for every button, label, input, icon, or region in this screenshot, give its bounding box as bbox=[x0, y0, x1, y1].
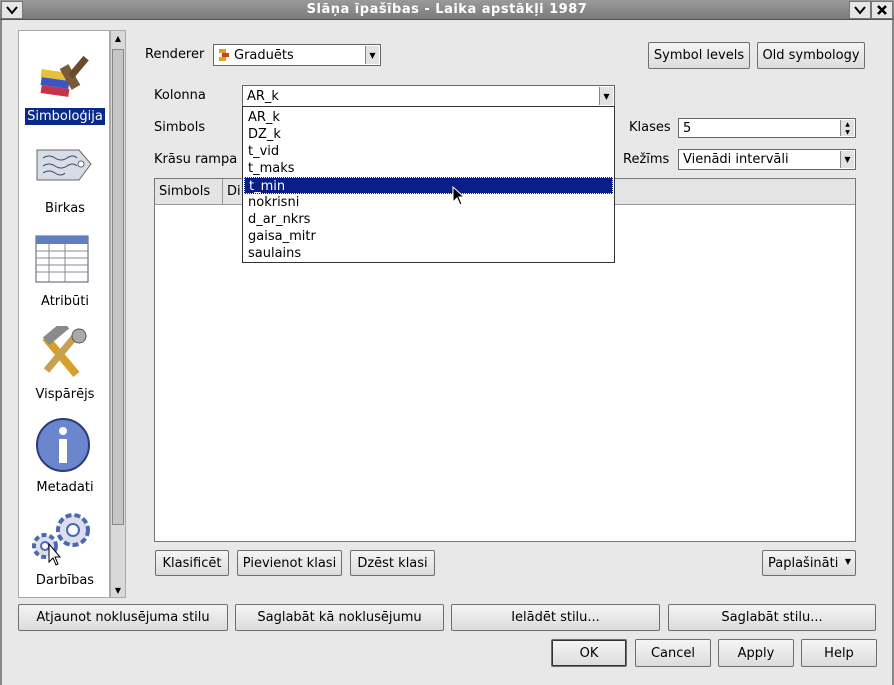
tools-icon bbox=[42, 326, 87, 377]
info-icon bbox=[36, 418, 90, 472]
chevron-down-icon: ▼ bbox=[840, 151, 854, 168]
chevron-down-icon: ▼ bbox=[599, 87, 613, 105]
sidebar-item-attributes[interactable]: Atribūti bbox=[19, 221, 111, 314]
classes-value: 5 bbox=[683, 120, 692, 136]
mode-label: Režīms bbox=[623, 152, 670, 167]
column-dropdown-list[interactable]: AR_k DZ_k t_vid t_maks t_min nokrisni d_… bbox=[242, 106, 615, 263]
classify-button[interactable]: Klasificēt bbox=[155, 550, 229, 576]
load-style-button[interactable]: Ielādēt stilu... bbox=[451, 604, 660, 631]
renderer-label: Renderer bbox=[145, 47, 205, 62]
sidebar-scrollbar[interactable]: ▲ ▼ bbox=[110, 30, 126, 598]
color-ramp-label: Krāsu rampa bbox=[154, 152, 238, 167]
column-select[interactable]: AR_k ▼ bbox=[242, 85, 615, 107]
list-item[interactable]: saulains bbox=[244, 245, 613, 262]
mouse-cursor-icon bbox=[452, 186, 466, 206]
advanced-label: Paplašināti bbox=[768, 555, 839, 571]
save-as-default-button[interactable]: Saglabāt kā noklusējumu bbox=[235, 604, 444, 631]
tag-icon bbox=[36, 149, 92, 181]
sidebar-item-general[interactable]: Vispārējs bbox=[19, 314, 111, 407]
list-item-highlighted[interactable]: t_min bbox=[244, 177, 613, 194]
apply-button[interactable]: Apply bbox=[718, 639, 794, 667]
classes-label: Klases bbox=[629, 120, 671, 135]
mode-select[interactable]: Vienādi intervāli ▼ bbox=[678, 149, 856, 170]
list-item[interactable]: AR_k bbox=[244, 109, 613, 126]
graduated-icon bbox=[219, 49, 229, 61]
sidebar-item-label: Atribūti bbox=[41, 294, 89, 309]
delete-class-button[interactable]: Dzēst klasi bbox=[350, 550, 435, 576]
old-symbology-button[interactable]: Old symbology bbox=[757, 42, 865, 69]
add-class-button[interactable]: Pievienot klasi bbox=[237, 550, 342, 576]
scrollbar-thumb[interactable] bbox=[112, 49, 124, 525]
column-value: AR_k bbox=[247, 88, 279, 104]
menu-arrow-icon: ▼ bbox=[844, 557, 851, 566]
column-label: Kolonna bbox=[154, 88, 206, 103]
cancel-button[interactable]: Cancel bbox=[635, 639, 711, 667]
save-style-button[interactable]: Saglabāt stilu... bbox=[668, 604, 876, 631]
list-item[interactable]: gaisa_mitr bbox=[244, 228, 613, 245]
list-item[interactable]: DZ_k bbox=[244, 126, 613, 143]
chevron-down-icon bbox=[854, 6, 866, 15]
list-item[interactable]: d_ar_nkrs bbox=[244, 211, 613, 228]
sidebar-item-label: Metadati bbox=[36, 480, 94, 495]
scroll-up-icon[interactable]: ▲ bbox=[111, 31, 125, 45]
sidebar-item-label: Vispārējs bbox=[35, 387, 95, 402]
spin-down-icon[interactable]: ▼ bbox=[840, 128, 854, 136]
renderer-select[interactable]: Graduēts ▼ bbox=[213, 44, 381, 66]
minimize-button[interactable] bbox=[849, 1, 871, 19]
brush-icon bbox=[40, 55, 89, 97]
section-list: Simboloģija Birkas Atribūti Vispārējs Me… bbox=[18, 30, 110, 598]
close-icon bbox=[877, 5, 887, 15]
sidebar-item-label: Simboloģija bbox=[25, 108, 105, 125]
close-button[interactable] bbox=[871, 1, 893, 19]
gears-icon bbox=[32, 513, 90, 566]
sidebar-item-symbology[interactable]: Simboloģija bbox=[19, 35, 111, 128]
symbol-label: Simbols bbox=[154, 120, 206, 135]
table-icon bbox=[35, 235, 89, 283]
scroll-down-icon[interactable]: ▼ bbox=[111, 583, 125, 597]
list-item[interactable]: nokrisni bbox=[244, 194, 613, 211]
advanced-menu-button[interactable]: Paplašināti ▼ bbox=[762, 550, 856, 576]
help-button[interactable]: Help bbox=[801, 639, 877, 667]
classes-spinbox[interactable]: 5 ▲ ▼ bbox=[678, 118, 856, 138]
sidebar-item-metadata[interactable]: Metadati bbox=[19, 407, 111, 500]
ok-button[interactable]: OK bbox=[551, 639, 627, 667]
restore-default-style-button[interactable]: Atjaunot noklusējuma stilu bbox=[18, 604, 228, 631]
sidebar-item-actions[interactable]: Darbības bbox=[19, 500, 111, 593]
mode-value: Vienādi intervāli bbox=[683, 152, 789, 167]
renderer-value: Graduēts bbox=[234, 47, 294, 63]
list-item[interactable]: t_vid bbox=[244, 143, 613, 160]
spin-up-icon[interactable]: ▲ bbox=[840, 120, 854, 128]
sidebar-item-labels[interactable]: Birkas bbox=[19, 128, 111, 221]
sidebar-item-label: Darbības bbox=[35, 573, 95, 588]
chevron-down-icon: ▼ bbox=[365, 46, 379, 64]
symbol-levels-button[interactable]: Symbol levels bbox=[648, 42, 750, 69]
window-title: Slāņa īpašības - Laika apstākļi 1987 bbox=[306, 2, 588, 17]
column-header-symbol[interactable]: Simbols bbox=[155, 179, 223, 205]
list-item[interactable]: t_maks bbox=[244, 160, 613, 177]
sidebar-item-label: Birkas bbox=[45, 201, 85, 216]
